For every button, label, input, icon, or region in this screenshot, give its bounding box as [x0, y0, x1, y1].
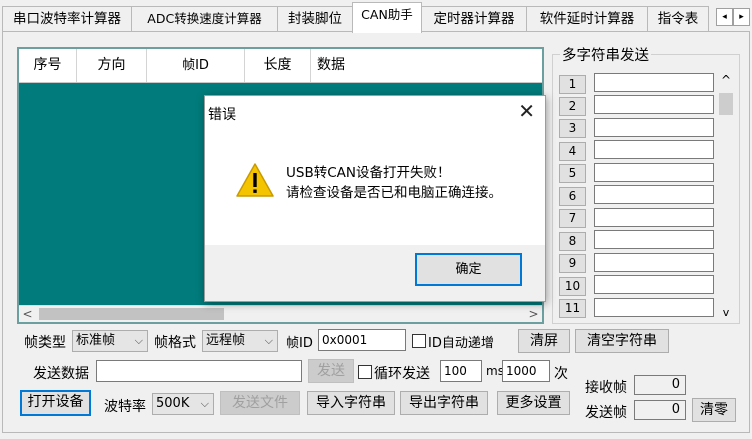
baud-rate-select[interactable]: 500K ⌵	[152, 393, 214, 415]
open-device-button[interactable]: 打开设备	[20, 390, 91, 416]
scroll-down-icon[interactable]: v	[717, 306, 735, 319]
column-header-direction[interactable]: 方向	[77, 49, 147, 82]
frame-type-label: 帧类型	[24, 335, 66, 351]
ok-button[interactable]: 确定	[415, 253, 522, 286]
grid-horizontal-scrollbar[interactable]: < >	[19, 305, 542, 322]
baud-rate-label: 波特率	[104, 399, 146, 415]
column-header-data[interactable]: 数据	[311, 49, 542, 82]
frame-id-label: 帧ID	[286, 336, 313, 351]
dialog-message-line-2: 请检查设备是否已和电脑正确连接。	[286, 185, 502, 201]
more-settings-button[interactable]: 更多设置	[497, 391, 570, 415]
string-send-button-9[interactable]: 9	[559, 254, 586, 273]
clear-strings-button[interactable]: 清空字符串	[575, 329, 669, 353]
column-header-length[interactable]: 长度	[245, 49, 311, 82]
string-send-button-2[interactable]: 2	[559, 97, 586, 116]
dialog-message-line-1: USB转CAN设备打开失败！	[286, 165, 451, 181]
tab-package-pins[interactable]: 封装脚位	[277, 6, 353, 32]
grid-header: 序号 方向 帧ID 长度 数据	[19, 49, 542, 83]
tab-instruction-table[interactable]: 指令表	[647, 6, 709, 32]
string-field-7[interactable]	[594, 208, 714, 227]
string-field-5[interactable]	[594, 163, 714, 182]
loop-send-label: 循环发送	[374, 366, 430, 382]
send-file-button[interactable]: 发送文件	[220, 391, 300, 415]
string-field-3[interactable]	[594, 118, 714, 137]
string-send-button-6[interactable]: 6	[559, 187, 586, 206]
string-field-11[interactable]	[594, 298, 714, 317]
string-send-button-11[interactable]: 11	[559, 299, 586, 318]
multi-string-title: 多字符串发送	[560, 44, 651, 65]
tab-can-assistant[interactable]: CAN助手	[352, 2, 422, 33]
tab-adc-calculator[interactable]: ADC转换速度计算器	[131, 6, 278, 32]
string-field-1[interactable]	[594, 73, 714, 92]
chevron-down-icon: ⌵	[134, 334, 143, 347]
send-data-input[interactable]	[96, 360, 302, 382]
scrollbar-thumb[interactable]	[719, 93, 733, 115]
send-data-label: 发送数据	[33, 366, 89, 382]
id-auto-increment-checkbox[interactable]	[412, 334, 426, 348]
scrollbar-thumb[interactable]	[39, 308, 224, 320]
warning-icon	[235, 162, 275, 198]
rx-frames-label: 接收帧	[585, 380, 627, 396]
scroll-up-icon[interactable]: ^	[717, 73, 735, 87]
loop-count-input[interactable]: 1000	[502, 360, 550, 382]
tab-scroll-right-icon[interactable]: ▸	[733, 8, 750, 26]
export-strings-button[interactable]: 导出字符串	[400, 391, 488, 415]
tab-scroll-left-icon[interactable]: ◂	[716, 8, 733, 26]
import-strings-button[interactable]: 导入字符串	[307, 391, 395, 415]
string-send-button-1[interactable]: 1	[559, 75, 586, 94]
frame-id-input[interactable]: 0x0001	[318, 329, 406, 351]
dialog-message: USB转CAN设备打开失败！ 请检查设备是否已和电脑正确连接。	[286, 163, 502, 203]
tab-timer-calculator[interactable]: 定时器计算器	[421, 6, 527, 32]
times-unit-label: 次	[554, 366, 568, 382]
string-list-scrollbar[interactable]: ^ v	[717, 71, 735, 321]
scroll-left-icon[interactable]: <	[19, 306, 36, 323]
string-send-button-4[interactable]: 4	[559, 142, 586, 161]
frame-format-select[interactable]: 远程帧 ⌵	[202, 330, 278, 352]
scroll-right-icon[interactable]: >	[525, 306, 542, 323]
tab-baud-calculator[interactable]: 串口波特率计算器	[2, 6, 132, 32]
string-send-button-8[interactable]: 8	[559, 232, 586, 251]
dialog-title: 错误	[208, 107, 236, 123]
string-send-button-3[interactable]: 3	[559, 119, 586, 138]
rx-frames-value: 0	[634, 375, 686, 395]
frame-format-label: 帧格式	[154, 335, 196, 351]
string-field-10[interactable]	[594, 275, 714, 294]
loop-interval-input[interactable]: 100	[440, 360, 482, 382]
string-send-button-10[interactable]: 10	[559, 277, 586, 296]
tx-frames-value: 0	[634, 400, 686, 420]
string-field-2[interactable]	[594, 95, 714, 114]
loop-send-checkbox[interactable]	[358, 365, 372, 379]
chevron-down-icon: ⌵	[264, 334, 273, 347]
chevron-down-icon: ⌵	[200, 397, 209, 410]
column-header-index[interactable]: 序号	[19, 49, 77, 82]
error-dialog: 错误 ✕ USB转CAN设备打开失败！ 请检查设备是否已和电脑正确连接。 确定	[204, 95, 546, 302]
string-field-8[interactable]	[594, 230, 714, 249]
tx-frames-label: 发送帧	[585, 405, 627, 421]
string-send-button-7[interactable]: 7	[559, 209, 586, 228]
string-send-button-5[interactable]: 5	[559, 164, 586, 183]
string-field-4[interactable]	[594, 140, 714, 159]
tab-bar: 串口波特率计算器 ADC转换速度计算器 封装脚位 CAN助手 定时器计算器 软件…	[0, 0, 752, 33]
frame-type-select[interactable]: 标准帧 ⌵	[72, 330, 148, 352]
tab-delay-calculator[interactable]: 软件延时计算器	[526, 6, 648, 32]
string-field-9[interactable]	[594, 253, 714, 272]
column-header-frame-id[interactable]: 帧ID	[147, 49, 245, 82]
string-field-6[interactable]	[594, 185, 714, 204]
clear-counters-button[interactable]: 清零	[692, 398, 736, 422]
id-auto-increment-label: ID自动递增	[428, 336, 494, 351]
send-button[interactable]: 发送	[308, 359, 354, 383]
clear-screen-button[interactable]: 清屏	[518, 329, 570, 353]
close-icon[interactable]: ✕	[518, 99, 535, 123]
